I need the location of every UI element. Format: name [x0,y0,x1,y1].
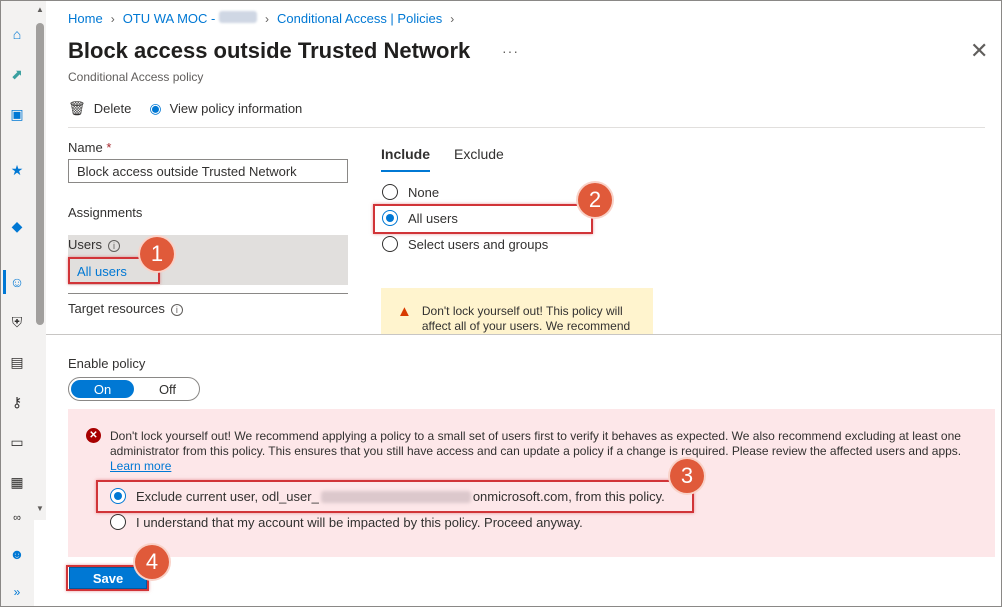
warning-text: Don't lock yourself out! This policy wil… [421,304,631,333]
link-icon[interactable]: ∞ [8,509,26,527]
toggle-off[interactable]: Off [136,378,199,400]
chevron-right-icon: › [264,11,269,26]
redacted-tenant [218,11,257,23]
favorites-star-icon[interactable]: ★ [8,161,26,179]
view-policy-info-button[interactable]: ◉ View policy information [149,100,302,117]
toggle-on[interactable]: On [71,380,134,398]
include-exclude-tabs: Include Exclude [381,146,504,172]
delete-button[interactable]: 🗑 Delete [68,100,131,117]
devices-icon[interactable]: ▤ [8,353,26,371]
tab-exclude[interactable]: Exclude [454,146,504,172]
warning-icon: ▲ [397,303,412,320]
trash-icon: 🗑 [68,100,86,116]
vertical-scrollbar[interactable]: ▲ ▼ [34,1,46,520]
error-icon: ✕ [86,428,101,443]
highlight-all-users-radio [373,204,593,234]
document-icon[interactable]: ▦ [8,473,26,491]
radio-button[interactable] [382,236,398,252]
breadcrumb-policies[interactable]: Conditional Access | Policies [277,11,442,26]
enable-policy-toggle[interactable]: On Off [68,377,200,401]
toolbar-divider [68,127,985,128]
callout-badge-4: 4 [135,545,169,579]
learn-more-link[interactable]: Learn more [110,459,171,473]
page-subtitle: Conditional Access policy [68,70,204,84]
lockout-text: Don't lock yourself out! We recommend ap… [110,429,962,458]
chevron-right-icon: › [110,11,115,26]
lockout-message: Don't lock yourself out! We recommend ap… [110,429,970,474]
radio-label: Select users and groups [408,236,549,252]
delete-label: Delete [93,101,132,116]
radio-label: None [408,184,440,200]
scrollbar-thumb[interactable] [36,23,44,325]
close-icon[interactable]: ✕ [970,40,988,62]
breadcrumb-tenant[interactable]: OTU WA MOC - [123,11,257,26]
required-marker: * [106,140,112,155]
proceed-option-label: I understand that my account will be imp… [136,514,583,530]
page-title: Block access outside Trusted Network [68,38,471,63]
info-icon[interactable]: i [107,239,120,252]
radio-none[interactable]: None [382,184,439,200]
enable-policy-label: Enable policy [68,356,146,371]
breadcrumb-home[interactable]: Home [68,11,103,26]
tab-include[interactable]: Include [381,146,431,172]
warning-banner: ▲ Don't lock yourself out! This policy w… [381,288,653,334]
callout-badge-3: 3 [670,459,704,493]
active-indicator [3,270,6,294]
toolbar: 🗑 Delete ◉ View policy information [68,100,302,117]
shield-icon[interactable]: ⛨ [8,313,26,331]
user-account-icon[interactable]: ☻ [8,545,26,563]
target-resources-label: Target resources [68,301,165,316]
info-icon[interactable]: i [170,303,183,316]
radio-button[interactable] [110,514,126,530]
pane-divider [46,334,1001,335]
services-icon[interactable]: ▣ [8,105,26,123]
more-options-icon[interactable]: ··· [502,43,519,59]
view-info-label: View policy information [169,101,303,116]
name-input[interactable]: Block access outside Trusted Network [68,159,348,183]
name-label: Name * [68,140,112,155]
card-icon[interactable]: ▭ [8,433,26,451]
home-icon[interactable]: ⌂ [8,25,26,43]
left-nav-rail: ⌂ ⬈ ▣ ★ ◆ ☺ ⛨ ▤ ⚷ ▭ ▦ ∞ ☻ » [1,1,34,606]
scroll-down-icon[interactable]: ▼ [36,504,44,513]
radio-select-users[interactable]: Select users and groups [382,236,548,252]
assignments-heading: Assignments [68,205,143,220]
highlight-exclude-option [96,480,694,513]
users-label-row: Users i [68,237,120,252]
expand-chevron-icon[interactable]: » [8,583,26,601]
radio-button[interactable] [382,184,398,200]
users-label: Users [68,237,102,252]
callout-badge-1: 1 [140,237,174,271]
breadcrumb: Home › OTU WA MOC - › Conditional Access… [68,11,454,26]
dashboard-icon[interactable]: ⬈ [8,65,26,83]
target-resources-row[interactable]: Target resources i [68,301,183,316]
chevron-right-icon: › [450,11,455,26]
eye-icon: ◉ [149,100,162,116]
assignments-divider [68,293,348,294]
entra-icon[interactable]: ◆ [8,217,26,235]
key-icon[interactable]: ⚷ [8,393,26,411]
callout-badge-2: 2 [578,183,612,217]
users-icon[interactable]: ☺ [8,273,26,291]
scroll-up-icon[interactable]: ▲ [36,5,44,14]
proceed-anyway-option[interactable]: I understand that my account will be imp… [110,514,583,530]
